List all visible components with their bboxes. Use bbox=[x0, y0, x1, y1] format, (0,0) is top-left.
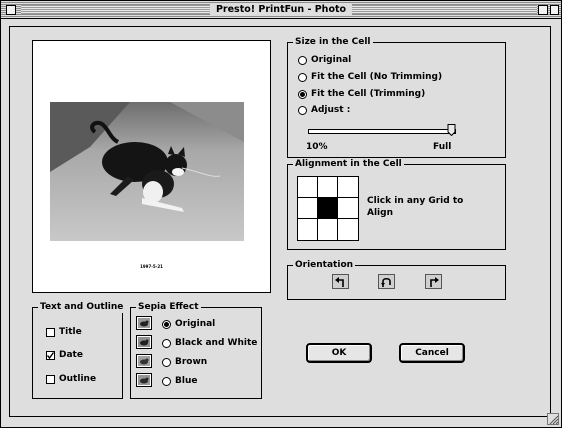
radio-button[interactable] bbox=[162, 338, 171, 348]
sepia-option-original[interactable]: Original bbox=[162, 319, 215, 329]
photo-image bbox=[50, 102, 244, 241]
slider-min-label: 10% bbox=[306, 142, 328, 152]
align-cell-center-selected[interactable] bbox=[318, 198, 338, 219]
sepia-option-black-and-white[interactable]: Black and White bbox=[162, 338, 257, 348]
sepia-thumbnail-bw-icon bbox=[136, 335, 152, 349]
size-option-fit-trimming[interactable]: Fit the Cell (Trimming) bbox=[298, 89, 425, 99]
sepia-option-label: Brown bbox=[175, 357, 208, 367]
photo-preview: 1997-5-21 bbox=[32, 40, 271, 293]
cancel-button[interactable]: Cancel bbox=[399, 343, 465, 363]
rotate-right-button[interactable] bbox=[425, 274, 442, 289]
size-in-cell-legend: Size in the Cell bbox=[293, 36, 373, 48]
alignment-legend: Alignment in the Cell bbox=[293, 158, 404, 170]
size-option-label: Adjust : bbox=[311, 105, 351, 115]
align-cell-top-center[interactable] bbox=[318, 177, 338, 198]
slider-max-label: Full bbox=[433, 142, 452, 152]
radio-button-selected[interactable] bbox=[162, 319, 171, 329]
align-cell-middle-right[interactable] bbox=[338, 198, 358, 219]
orientation-legend: Orientation bbox=[293, 259, 356, 271]
size-option-original[interactable]: Original bbox=[298, 55, 351, 65]
ok-button[interactable]: OK bbox=[306, 343, 372, 363]
radio-button[interactable] bbox=[298, 55, 307, 65]
zoom-box[interactable] bbox=[538, 5, 548, 15]
size-option-label: Fit the Cell (No Trimming) bbox=[311, 72, 443, 82]
alignment-hint: Click in any Grid to Align bbox=[367, 196, 464, 218]
radio-button[interactable] bbox=[298, 72, 307, 82]
checkbox-date[interactable]: Date bbox=[46, 350, 83, 360]
align-cell-bottom-center[interactable] bbox=[318, 219, 338, 240]
checkbox-label: Date bbox=[59, 350, 83, 360]
radio-button[interactable] bbox=[298, 105, 307, 115]
checkmark-icon bbox=[47, 351, 54, 359]
text-outline-legend: Text and Outline bbox=[38, 301, 126, 313]
rotate-left-icon bbox=[335, 277, 344, 287]
sepia-option-brown[interactable]: Brown bbox=[162, 357, 207, 367]
orientation-group: Orientation bbox=[287, 259, 506, 300]
alignment-grid[interactable] bbox=[297, 176, 359, 241]
checkbox-label: Title bbox=[59, 327, 82, 337]
sepia-thumbnail-blue-icon bbox=[136, 373, 152, 387]
checkbox-box[interactable] bbox=[46, 327, 55, 337]
sepia-option-label: Blue bbox=[175, 376, 198, 386]
checkbox-label: Outline bbox=[59, 374, 97, 384]
rotate-180-button[interactable] bbox=[378, 274, 395, 289]
align-cell-bottom-left[interactable] bbox=[298, 219, 318, 240]
align-cell-top-right[interactable] bbox=[338, 177, 358, 198]
checkbox-box[interactable] bbox=[46, 374, 55, 384]
radio-button[interactable] bbox=[162, 376, 171, 386]
size-option-label: Fit the Cell (Trimming) bbox=[311, 89, 426, 99]
title-bar[interactable]: Presto! PrintFun - Photo bbox=[1, 1, 561, 19]
close-box[interactable] bbox=[6, 5, 16, 15]
size-slider-thumb[interactable] bbox=[447, 124, 456, 136]
checkbox-title[interactable]: Title bbox=[46, 327, 82, 337]
rotate-left-button[interactable] bbox=[332, 274, 349, 289]
presto-printfun-window: Presto! PrintFun - Photo 1997-5-21 Size … bbox=[0, 0, 562, 428]
radio-button-selected[interactable] bbox=[298, 89, 307, 99]
size-option-adjust[interactable]: Adjust : bbox=[298, 105, 350, 115]
align-cell-middle-left[interactable] bbox=[298, 198, 318, 219]
sepia-option-blue[interactable]: Blue bbox=[162, 376, 197, 386]
size-option-label: Original bbox=[311, 55, 352, 65]
checkbox-outline[interactable]: Outline bbox=[46, 374, 96, 384]
sepia-effect-legend: Sepia Effect bbox=[136, 301, 201, 313]
window-title: Presto! PrintFun - Photo bbox=[209, 3, 353, 16]
rotate-right-icon bbox=[430, 277, 439, 287]
sepia-option-label: Original bbox=[175, 319, 216, 329]
sepia-thumbnail-original-icon bbox=[136, 316, 152, 330]
photo-date-caption: 1997-5-21 bbox=[140, 264, 163, 269]
sepia-option-label: Black and White bbox=[175, 338, 258, 348]
align-cell-top-left[interactable] bbox=[298, 177, 318, 198]
size-option-fit-no-trimming[interactable]: Fit the Cell (No Trimming) bbox=[298, 72, 442, 82]
collapse-box[interactable] bbox=[550, 5, 559, 15]
size-slider-track[interactable] bbox=[308, 129, 456, 134]
rotate-180-icon bbox=[381, 277, 391, 287]
radio-button[interactable] bbox=[162, 357, 171, 367]
checkbox-box-checked[interactable] bbox=[46, 350, 55, 360]
cat-photo-icon bbox=[50, 102, 244, 241]
align-cell-bottom-right[interactable] bbox=[338, 219, 358, 240]
sepia-thumbnail-brown-icon bbox=[136, 354, 152, 368]
resize-grip-icon[interactable] bbox=[547, 413, 559, 425]
